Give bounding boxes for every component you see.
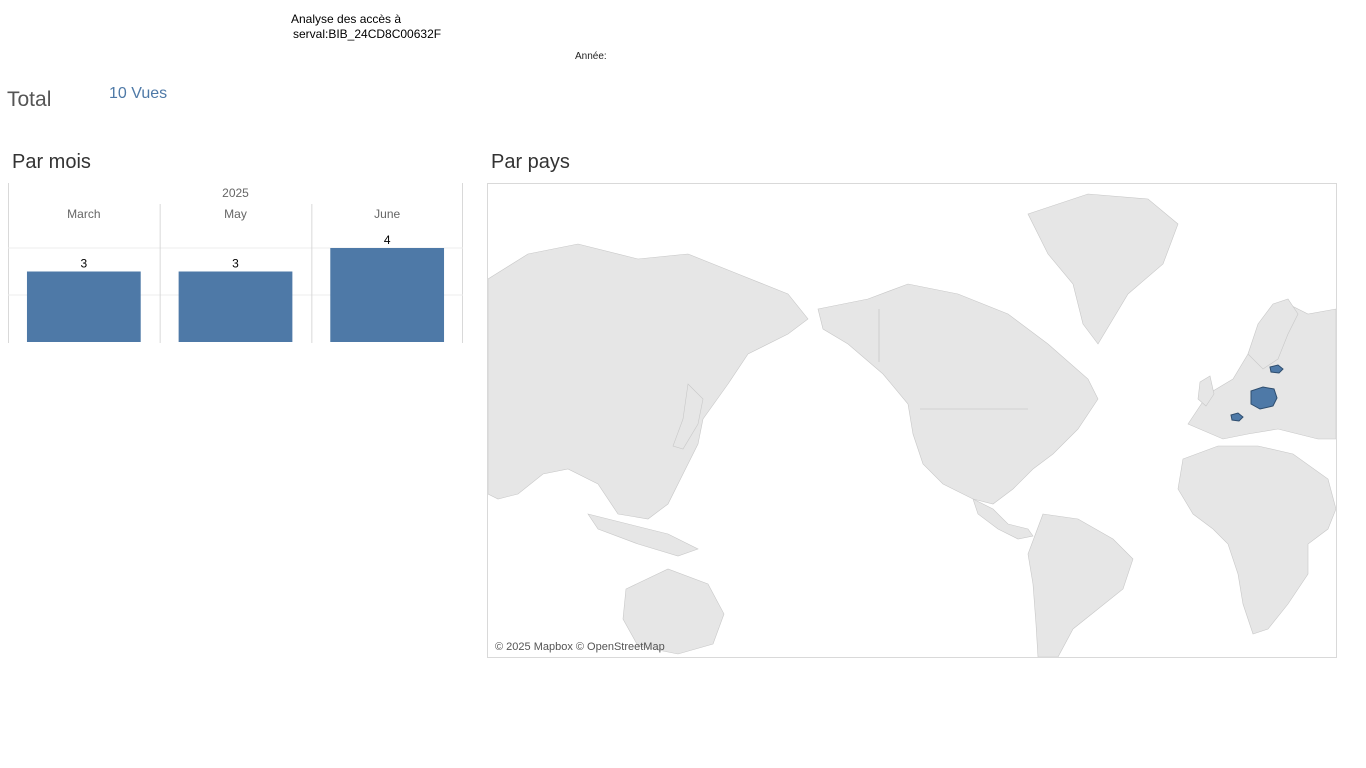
map-land-north-america	[817, 283, 1099, 505]
month-label-march: March	[67, 207, 100, 221]
dashboard-title: Analyse des accès à serval:BIB_24CD8C006…	[291, 12, 441, 42]
country-map[interactable]: © 2025 Mapbox © OpenStreetMap	[487, 183, 1337, 658]
map-attribution[interactable]: © 2025 Mapbox © OpenStreetMap	[495, 641, 665, 653]
bar-label-may: 3	[232, 257, 239, 271]
year-header: 2025	[222, 186, 249, 200]
title-line-1: Analyse des accès à	[291, 12, 402, 26]
total-label: Total	[7, 88, 52, 111]
map-land-greenland	[1027, 193, 1179, 345]
map-country-poland	[1250, 386, 1278, 410]
bar-label-march: 3	[80, 257, 87, 271]
by-country-title: Par pays	[491, 151, 570, 173]
bar-march[interactable]	[26, 271, 141, 343]
year-filter-label[interactable]: Année:	[575, 51, 607, 62]
map-land-central-america	[972, 498, 1034, 540]
title-line-2: serval:BIB_24CD8C00632F	[293, 27, 442, 41]
total-views-value[interactable]: 10 Vues	[109, 85, 167, 103]
by-month-title: Par mois	[12, 151, 91, 173]
world-map-svg	[488, 193, 1336, 657]
month-label-may: May	[224, 207, 247, 221]
bar-label-june: 4	[384, 233, 391, 247]
monthly-bar-chart-svg: 2025 March 3 May 3 June 4	[8, 183, 463, 343]
dashboard: Analyse des accès à serval:BIB_24CD8C006…	[0, 0, 1366, 768]
map-land-asia	[488, 243, 809, 520]
bar-may[interactable]	[178, 271, 293, 343]
map-land-africa	[1177, 445, 1336, 635]
map-land-islands	[587, 513, 699, 557]
month-label-june: June	[374, 207, 400, 221]
monthly-bar-chart: 2025 March 3 May 3 June 4	[8, 183, 463, 343]
bar-june[interactable]	[330, 248, 445, 342]
map-land-south-america	[1027, 513, 1134, 657]
